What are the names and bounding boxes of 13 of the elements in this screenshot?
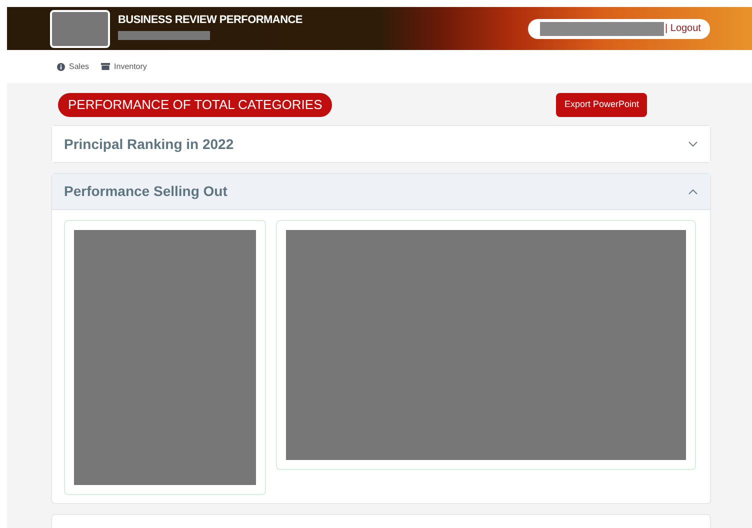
archive-icon <box>101 63 110 70</box>
page-title-badge: PERFORMANCE OF TOTAL CATEGORIES <box>58 93 332 117</box>
nav-link[interactable]: Sales <box>57 60 90 72</box>
chevron-up-icon <box>688 188 698 194</box>
redacted-block <box>50 10 110 48</box>
accordion-header[interactable]: Performance Selling Out <box>52 174 710 210</box>
logout-link[interactable]: | Logout <box>665 21 701 36</box>
info-icon <box>57 62 65 70</box>
app-title: BUSINESS REVIEW PERFORMANCE <box>118 13 302 28</box>
export-button[interactable]: Export PowerPoint <box>556 93 647 117</box>
chevron-down-icon <box>688 141 698 147</box>
nav-link[interactable]: Inventory <box>101 60 147 72</box>
accordion-header[interactable]: Principal Ranking in 2022 <box>52 126 710 162</box>
